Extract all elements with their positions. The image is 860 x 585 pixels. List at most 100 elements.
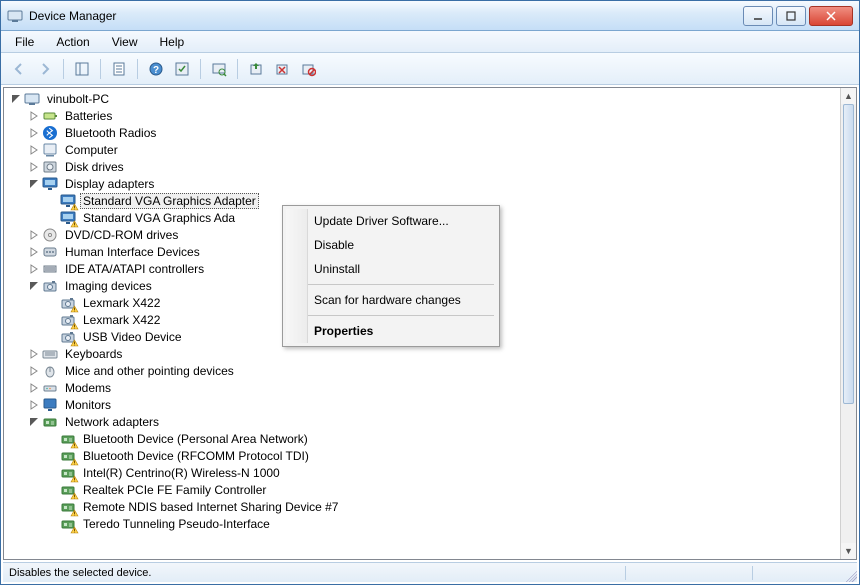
tree-node[interactable]: vinubolt-PC <box>4 90 840 107</box>
tree-node-label[interactable]: Teredo Tunneling Pseudo-Interface <box>80 516 273 532</box>
tree-node-label[interactable]: vinubolt-PC <box>44 91 112 107</box>
expand-icon[interactable] <box>28 399 40 411</box>
tree-node[interactable]: Computer <box>4 141 840 158</box>
network-icon <box>60 516 76 532</box>
tree-node-label[interactable]: DVD/CD-ROM drives <box>62 227 181 243</box>
tree-node-label[interactable]: Network adapters <box>62 414 162 430</box>
tree-node[interactable]: Display adapters <box>4 175 840 192</box>
tree-node-label[interactable]: Monitors <box>62 397 114 413</box>
collapse-icon[interactable] <box>28 416 40 428</box>
menu-help[interactable]: Help <box>150 33 195 51</box>
tree-node-label[interactable]: Remote NDIS based Internet Sharing Devic… <box>80 499 341 515</box>
tree-node-label[interactable]: Lexmark X422 <box>80 295 163 311</box>
statusbar: Disables the selected device. <box>3 562 857 582</box>
menu-view[interactable]: View <box>102 33 148 51</box>
menu-file[interactable]: File <box>5 33 44 51</box>
tree-node-label[interactable]: Modems <box>62 380 114 396</box>
expand-icon[interactable] <box>28 263 40 275</box>
dvd-icon <box>42 227 58 243</box>
collapse-icon[interactable] <box>28 178 40 190</box>
tree-node-label[interactable]: Bluetooth Device (Personal Area Network) <box>80 431 311 447</box>
ctx-uninstall[interactable]: Uninstall <box>286 257 496 281</box>
tree-node-label[interactable]: Bluetooth Device (RFCOMM Protocol TDI) <box>80 448 312 464</box>
expand-icon[interactable] <box>28 382 40 394</box>
tree-node-label[interactable]: Standard VGA Graphics Adapter <box>80 193 259 209</box>
uninstall-button[interactable] <box>270 57 294 81</box>
tree-node-label[interactable]: Realtek PCIe FE Family Controller <box>80 482 269 498</box>
menubar: FileActionViewHelp <box>1 31 859 53</box>
tree-node-label[interactable]: Standard VGA Graphics Ada <box>80 210 238 226</box>
tree-node[interactable]: Bluetooth Device (RFCOMM Protocol TDI) <box>4 447 840 464</box>
collapse-icon[interactable] <box>10 93 22 105</box>
tree-node-label[interactable]: Bluetooth Radios <box>62 125 159 141</box>
expand-icon[interactable] <box>28 127 40 139</box>
tree-node[interactable]: Keyboards <box>4 345 840 362</box>
tree-node[interactable]: Remote NDIS based Internet Sharing Devic… <box>4 498 840 515</box>
expand-icon[interactable] <box>28 365 40 377</box>
ctx-properties[interactable]: Properties <box>286 319 496 343</box>
toolbar-separator <box>63 59 64 79</box>
expand-icon[interactable] <box>28 110 40 122</box>
expand-icon[interactable] <box>28 246 40 258</box>
tree-node[interactable]: Bluetooth Radios <box>4 124 840 141</box>
tree-node-label[interactable]: Lexmark X422 <box>80 312 163 328</box>
tree-node[interactable]: Teredo Tunneling Pseudo-Interface <box>4 515 840 532</box>
tree-node[interactable]: Modems <box>4 379 840 396</box>
disable-button[interactable] <box>296 57 320 81</box>
tree-node[interactable]: Batteries <box>4 107 840 124</box>
vertical-scrollbar[interactable]: ▲ ▼ <box>840 88 856 559</box>
network-icon <box>60 465 76 481</box>
ide-icon <box>42 261 58 277</box>
scroll-down-button[interactable]: ▼ <box>841 543 856 559</box>
close-button[interactable] <box>809 6 853 26</box>
tree-node-label[interactable]: Human Interface Devices <box>62 244 203 260</box>
tree-node[interactable]: Intel(R) Centrino(R) Wireless-N 1000 <box>4 464 840 481</box>
tree-node[interactable]: Monitors <box>4 396 840 413</box>
tree-node[interactable]: Bluetooth Device (Personal Area Network) <box>4 430 840 447</box>
scroll-up-button[interactable]: ▲ <box>841 88 856 104</box>
resize-grip[interactable] <box>843 568 857 582</box>
ctx-update-driver[interactable]: Update Driver Software... <box>286 209 496 233</box>
tree-node-label[interactable]: Disk drives <box>62 159 127 175</box>
tree-node-label[interactable]: Intel(R) Centrino(R) Wireless-N 1000 <box>80 465 283 481</box>
status-text: Disables the selected device. <box>9 567 151 579</box>
collapse-icon[interactable] <box>28 280 40 292</box>
scroll-thumb[interactable] <box>843 104 854 404</box>
show-hide-console-tree-button[interactable] <box>70 57 94 81</box>
update-driver-button[interactable] <box>244 57 268 81</box>
toolbar-separator <box>237 59 238 79</box>
tree-node-label[interactable]: Imaging devices <box>62 278 155 294</box>
toolbar-separator <box>200 59 201 79</box>
expand-icon[interactable] <box>28 229 40 241</box>
hid-icon <box>42 244 58 260</box>
tree-node[interactable]: Network adapters <box>4 413 840 430</box>
scroll-track[interactable] <box>841 104 856 543</box>
tree-node[interactable]: Mice and other pointing devices <box>4 362 840 379</box>
tree-node-label[interactable]: Computer <box>62 142 121 158</box>
expand-icon[interactable] <box>28 348 40 360</box>
expand-icon[interactable] <box>28 161 40 173</box>
tree-node-label[interactable]: Display adapters <box>62 176 157 192</box>
action-button[interactable] <box>170 57 194 81</box>
expand-icon[interactable] <box>28 144 40 156</box>
context-menu-separator <box>288 284 494 285</box>
tree-node-label[interactable]: Keyboards <box>62 346 125 362</box>
ctx-scan[interactable]: Scan for hardware changes <box>286 288 496 312</box>
tree-node-label[interactable]: IDE ATA/ATAPI controllers <box>62 261 207 277</box>
ctx-disable[interactable]: Disable <box>286 233 496 257</box>
statusbar-separator <box>625 566 626 580</box>
tree-node[interactable]: Realtek PCIe FE Family Controller <box>4 481 840 498</box>
tree-node-label[interactable]: USB Video Device <box>80 329 185 345</box>
menu-action[interactable]: Action <box>46 33 99 51</box>
scan-button[interactable] <box>207 57 231 81</box>
network-icon <box>60 431 76 447</box>
network-icon <box>60 448 76 464</box>
minimize-button[interactable] <box>743 6 773 26</box>
context-menu-separator <box>288 315 494 316</box>
properties-button[interactable] <box>107 57 131 81</box>
maximize-button[interactable] <box>776 6 806 26</box>
tree-node[interactable]: Disk drives <box>4 158 840 175</box>
tree-node-label[interactable]: Mice and other pointing devices <box>62 363 237 379</box>
tree-node-label[interactable]: Batteries <box>62 108 115 124</box>
help-button[interactable] <box>144 57 168 81</box>
